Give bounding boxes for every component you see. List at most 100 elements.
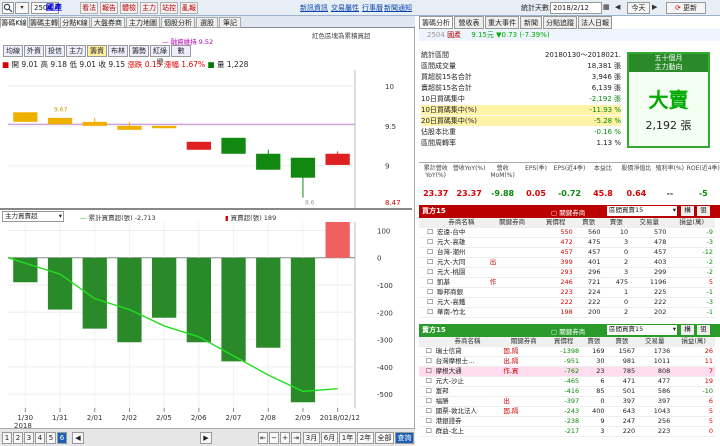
first-page-icon[interactable]: ⇤ — [258, 432, 268, 444]
table-row[interactable]: ☐ 富邦 -416 85 501 586 -10 — [419, 386, 715, 397]
sell-btn-2[interactable]: 狙 — [697, 325, 710, 335]
left-tab[interactable]: 籌碼主轉 — [29, 17, 59, 28]
period-number[interactable]: 1 — [2, 432, 12, 444]
buy-filter-select[interactable]: 區間買賣15 ▾ — [607, 206, 677, 216]
row-checkbox[interactable]: ☐ — [419, 277, 435, 288]
row-checkbox[interactable]: ☐ — [419, 237, 435, 248]
net-buy-chart[interactable]: 100 0 -100 -200 -300 -400 -500 — [0, 222, 412, 408]
column-header[interactable]: 賣張 — [602, 218, 631, 228]
toolbar-button[interactable]: 主力 — [140, 2, 158, 14]
toolbar-button[interactable]: 看法 — [80, 2, 98, 14]
column-header[interactable]: 損益(萬) — [672, 337, 715, 347]
row-checkbox[interactable]: ☐ — [419, 386, 434, 397]
indicator-button[interactable]: 籌資 — [87, 45, 107, 57]
indicator-button[interactable]: 數 — [171, 45, 191, 57]
left-tab[interactable]: 分點K線 — [60, 17, 90, 28]
refresh-button[interactable]: ⟳ 更新 — [666, 2, 706, 14]
zoom-in-icon[interactable]: + — [280, 432, 290, 444]
period-number[interactable]: 2 — [13, 432, 23, 444]
indicator-select[interactable]: 主力買賣超 ▾ — [2, 211, 64, 222]
right-tab[interactable]: 重大事件 — [485, 16, 519, 29]
next-arrow-icon[interactable]: ▶ — [652, 2, 662, 14]
column-header[interactable]: 券商名稱 — [435, 218, 488, 228]
row-checkbox[interactable]: ☐ — [419, 257, 435, 268]
period-button[interactable]: 6月 — [321, 432, 338, 444]
toolbar-button[interactable]: 站控 — [160, 2, 178, 14]
row-checkbox[interactable]: ☐ — [419, 396, 434, 407]
period-button[interactable]: 3月 — [303, 432, 320, 444]
toolbar-link[interactable]: 新訊資訊 — [300, 3, 328, 13]
right-tab[interactable]: 分點追蹤 — [543, 16, 577, 29]
period-number[interactable]: 4 — [35, 432, 45, 444]
table-row[interactable]: ☐ 凱基作 246 721 475 1196 5 — [419, 277, 715, 288]
row-checkbox[interactable]: ☐ — [419, 267, 435, 278]
buy-table-wrap[interactable]: 券商名稱 關鍵券商 買價程 賣張 賣張 交易量 損益(萬) ☐ 宏遠-台中 550 560 10 570… — [419, 218, 720, 324]
right-tab[interactable]: 新聞 — [520, 16, 542, 29]
toolbar-link[interactable]: 新聞通知 — [384, 3, 412, 13]
column-header[interactable]: 交易量 — [630, 218, 669, 228]
column-header[interactable]: 券商名稱 — [433, 337, 502, 347]
left-tab[interactable]: 筆記 — [219, 17, 241, 28]
dropdown-icon[interactable]: ▾ — [15, 2, 29, 14]
column-header[interactable]: 賣張 — [574, 218, 603, 228]
sell-btn-1[interactable]: 構 — [681, 325, 694, 335]
row-checkbox[interactable]: ☐ — [419, 376, 434, 387]
row-checkbox[interactable]: ☐ — [419, 356, 434, 367]
indicator-button[interactable]: 外資 — [24, 45, 44, 57]
row-checkbox[interactable]: ☐ — [419, 366, 434, 377]
period-button[interactable]: 2年 — [357, 432, 374, 444]
buy-btn-2[interactable]: 狙 — [697, 206, 710, 216]
row-checkbox[interactable]: ☐ — [419, 416, 434, 427]
table-row[interactable]: ☐ 國票-敦北法人 固,隔 -243 400 643 1043 5 — [419, 406, 715, 417]
indicator-button[interactable]: 主力 — [66, 45, 86, 57]
zoom-out-icon[interactable]: − — [269, 432, 279, 444]
period-number[interactable]: 3 — [24, 432, 34, 444]
toolbar-button[interactable]: 亂報 — [180, 2, 198, 14]
column-header[interactable]: 損益(萬) — [668, 218, 715, 228]
row-checkbox[interactable]: ☐ — [419, 287, 435, 298]
left-tab[interactable]: 大盤券商 — [91, 17, 125, 28]
toolbar-button[interactable]: 體檢 — [120, 2, 138, 14]
table-row[interactable]: ☐ 港銀證券 -238 9 247 256 5 — [419, 416, 715, 427]
column-header[interactable]: 賣張 — [606, 337, 638, 347]
row-checkbox[interactable]: ☐ — [419, 346, 434, 357]
column-header[interactable]: 賣張 — [581, 337, 607, 347]
column-header[interactable]: 買價程 — [546, 337, 582, 347]
table-row[interactable]: ☐ 華南-竹北 198 200 2 202 -1 — [419, 307, 715, 318]
table-row[interactable]: ☐ 摩根大通 作,買 -762 23 785 808 7 — [419, 366, 715, 377]
buy-btn-1[interactable]: 構 — [681, 206, 694, 216]
indicator-button[interactable]: 布林 — [108, 45, 128, 57]
table-row[interactable]: ☐ 元大-高鐵 222 222 0 222 -3 — [419, 297, 715, 308]
row-checkbox[interactable]: ☐ — [419, 227, 435, 238]
period-number[interactable]: 5 — [46, 432, 56, 444]
row-checkbox[interactable]: ☐ — [419, 307, 435, 318]
indicator-button[interactable]: 均線 — [3, 45, 23, 57]
column-header[interactable]: 關鍵券商 — [501, 337, 547, 347]
period-button[interactable]: 查詢 — [395, 432, 414, 444]
table-row[interactable]: ☐ 聯邦商銀 223 224 1 225 -1 — [419, 287, 715, 298]
column-header[interactable]: 交易量 — [637, 337, 673, 347]
toolbar-link[interactable]: 交易屬性 — [331, 3, 359, 13]
right-tab[interactable]: 籌碼分析 — [419, 16, 453, 29]
table-row[interactable]: ☐ 福勝出 -397 0 397 397 6 — [419, 396, 715, 407]
left-tab[interactable]: 籌碼K線 — [0, 17, 28, 28]
left-tab[interactable]: 個股分析 — [161, 17, 195, 28]
row-checkbox[interactable]: ☐ — [419, 406, 434, 417]
period-button[interactable]: 1年 — [339, 432, 356, 444]
indicator-button[interactable]: 籌勢 — [129, 45, 149, 57]
row-checkbox[interactable]: ☐ — [419, 247, 435, 258]
right-tab[interactable]: 營收表 — [454, 16, 484, 29]
sell-filter-select[interactable]: 區間買賣15 ▾ — [607, 325, 677, 335]
price-chart[interactable]: 10 9.5 9 8.47 9.67 8.6 — [0, 70, 412, 208]
search-icon[interactable] — [2, 2, 14, 14]
row-checkbox[interactable]: ☐ — [419, 426, 434, 437]
period-number[interactable]: 6 — [57, 432, 67, 444]
period-button[interactable]: 全部 — [375, 432, 394, 444]
calendar-icon[interactable]: ▦ — [603, 2, 613, 14]
table-row[interactable]: ☐ 宏遠-台中 550 560 10 570 -9 — [419, 227, 715, 238]
last-page-icon[interactable]: ⇥ — [291, 432, 301, 444]
scroll-right-icon[interactable]: ▶ — [200, 432, 212, 444]
today-button[interactable]: 今天 — [627, 2, 650, 14]
table-row[interactable]: ☐ 元大-桃園 293 296 3 299 -2 — [419, 267, 715, 278]
toolbar-link[interactable]: 行事曆 — [362, 3, 383, 13]
